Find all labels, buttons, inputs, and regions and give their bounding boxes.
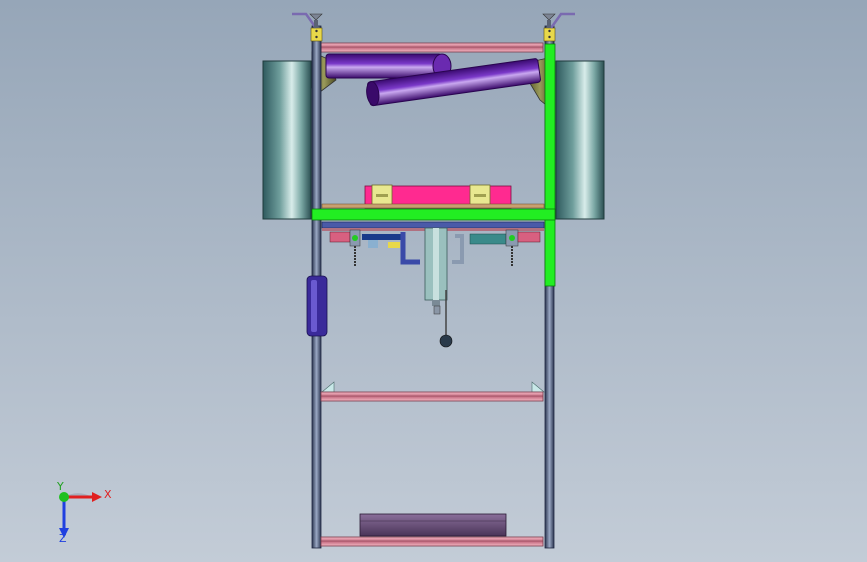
x-axis-label: X	[104, 488, 112, 501]
right-top-handle	[542, 12, 575, 29]
assembly-front-view[interactable]: X Y Z	[0, 0, 867, 562]
middle-rail	[320, 381, 545, 402]
left-top-handle	[292, 12, 323, 29]
y-axis-label: Y	[56, 480, 64, 493]
carriage-strip	[321, 203, 545, 209]
right-tank	[555, 60, 605, 220]
bottom-rail	[320, 536, 544, 547]
left-tank	[262, 60, 312, 220]
top-rail	[320, 42, 544, 53]
green-horizontal-beam	[311, 208, 556, 221]
z-axis-label: Z	[59, 532, 67, 545]
x-axis-arrow	[92, 492, 102, 502]
cad-viewport[interactable]: X Y Z	[0, 0, 867, 562]
mechanism-assembly	[321, 221, 545, 348]
base-block	[359, 513, 507, 537]
green-vertical-beam	[544, 43, 556, 287]
coordinate-triad: X Y Z	[56, 480, 112, 545]
y-axis-marker	[59, 492, 69, 502]
